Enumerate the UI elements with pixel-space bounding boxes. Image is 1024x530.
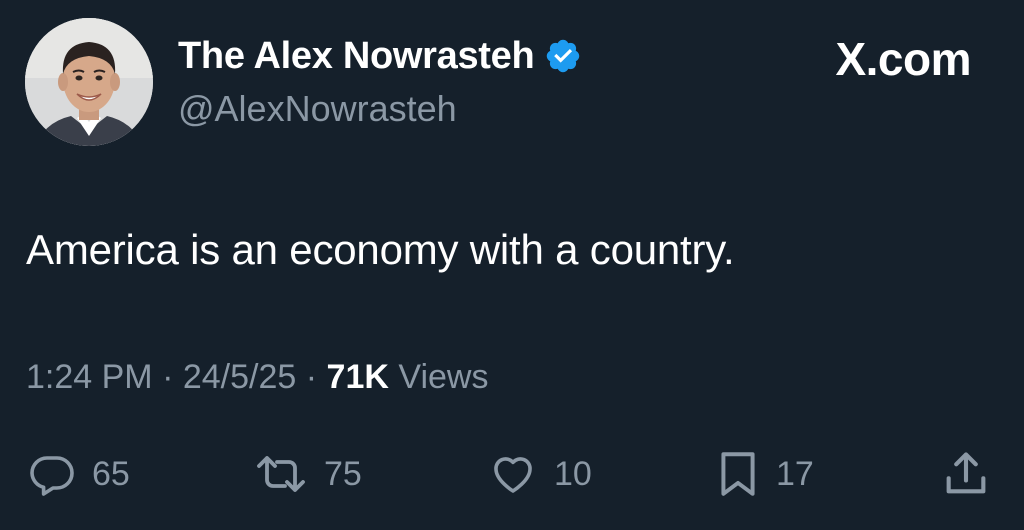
share-icon	[946, 452, 986, 494]
reply-count: 65	[92, 454, 130, 493]
bookmark-icon	[721, 452, 755, 496]
repost-count: 75	[324, 454, 362, 493]
reply-button[interactable]: 65	[24, 448, 130, 500]
meta-separator: ·	[305, 358, 318, 396]
heart-icon	[494, 457, 532, 493]
verified-badge-icon	[547, 39, 580, 73]
tweet-actions: 65 75 10 17	[0, 448, 1024, 500]
bookmark-count: 17	[776, 454, 814, 493]
tweet-time[interactable]: 1:24 PM	[26, 358, 153, 396]
author-display-name[interactable]: The Alex Nowrasteh	[178, 35, 535, 78]
meta-separator: ·	[162, 358, 174, 396]
tweet-text: America is an economy with a country.	[26, 226, 735, 273]
reply-icon	[30, 456, 74, 496]
tweet-date[interactable]: 24/5/25	[183, 358, 296, 396]
brand-logo: X.com	[835, 33, 971, 85]
repost-button[interactable]: 75	[250, 448, 362, 500]
avatar-photo	[25, 18, 153, 146]
author-name-row[interactable]: The Alex Nowrasteh	[178, 30, 582, 82]
like-count: 10	[554, 454, 592, 493]
avatar[interactable]	[25, 18, 153, 146]
views-label: Views	[398, 358, 489, 396]
views-count[interactable]: 71K	[327, 358, 389, 396]
repost-icon	[257, 456, 305, 492]
author-handle[interactable]: @AlexNowrasteh	[178, 88, 457, 130]
share-button[interactable]	[938, 448, 994, 500]
bookmark-button[interactable]: 17	[712, 448, 814, 500]
tweet-meta: 1:24 PM · 24/5/25 · 71K Views	[26, 358, 488, 397]
like-button[interactable]: 10	[484, 448, 592, 500]
